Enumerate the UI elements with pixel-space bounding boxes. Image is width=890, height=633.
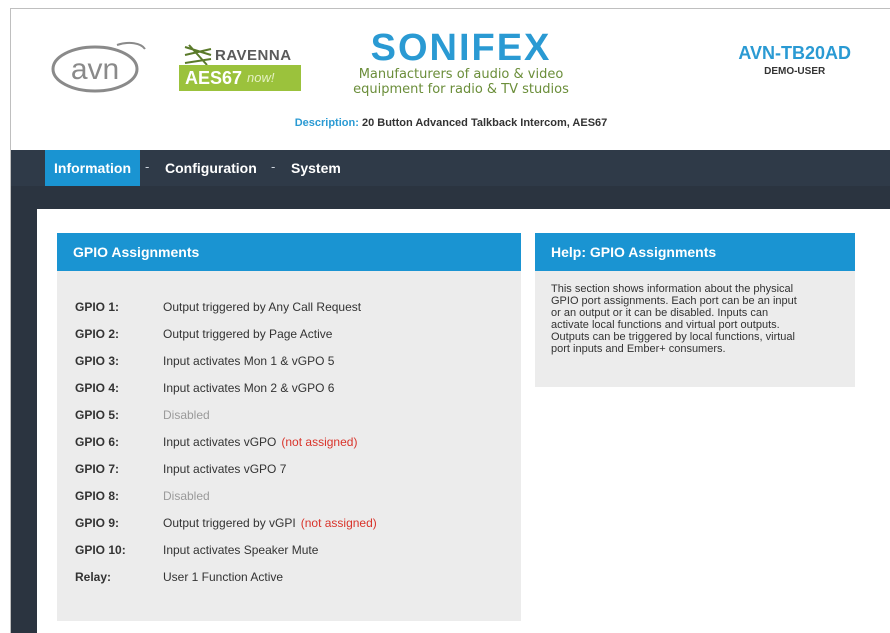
gpio-label: GPIO 9: [75, 516, 120, 530]
gpio-value: Disabled [163, 408, 210, 422]
gpio-label: GPIO 10: [75, 543, 126, 557]
description-value: 20 Button Advanced Talkback Intercom, AE… [361, 117, 608, 129]
gpio-row: GPIO 7: Input activates vGPO 7 [57, 457, 521, 484]
gpio-row: GPIO 8: Disabled [57, 484, 521, 511]
nav-separator: - [271, 159, 276, 174]
gpio-value-text: User 1 Function Active [163, 570, 284, 584]
help-text-line: or an output or it can be disabled. Inpu… [551, 307, 769, 319]
aes67-now-text: now! [247, 70, 275, 85]
gpio-row: GPIO 5: Disabled [57, 403, 521, 430]
ravenna-logo-text: RAVENNA [215, 47, 292, 64]
device-description: Description: 20 Button Advanced Talkback… [11, 117, 890, 129]
gpio-value: Output triggered by Any Call Request [163, 300, 361, 314]
user-name: DEMO-USER [764, 66, 826, 77]
gpio-value-text: Output triggered by Page Active [163, 327, 333, 341]
gpio-label: GPIO 6: [75, 435, 120, 449]
gpio-value-text: Input activates Mon 2 & vGPO 6 [163, 381, 335, 395]
gpio-row: GPIO 3: Input activates Mon 1 & vGPO 5 [57, 349, 521, 376]
gpio-label: GPIO 8: [75, 489, 120, 503]
gpio-value-text: Output triggered by vGPI [163, 516, 296, 530]
gpio-value-text: Disabled [163, 408, 210, 422]
help-text-line: This section shows information about the… [551, 283, 794, 295]
gpio-list: GPIO 1: Output triggered by Any Call Requ… [57, 271, 521, 592]
gpio-row: GPIO 10: Input activates Speaker Mute [57, 538, 521, 565]
device-info: AVN-TB20AD DEMO-USER [738, 43, 851, 77]
help-panel: Help: GPIO Assignments This section show… [535, 233, 855, 387]
panel-title: GPIO Assignments [57, 233, 521, 271]
gpio-label: GPIO 5: [75, 408, 120, 422]
svg-text:avn: avn [71, 53, 119, 86]
help-text-line: GPIO port assignments. Each port can be … [551, 295, 797, 307]
gpio-row: GPIO 9: Output triggered by vGPI (not assi… [57, 511, 521, 538]
not-assigned-note: (not assigned) [281, 435, 358, 449]
gpio-label: GPIO 4: [75, 381, 120, 395]
help-text: This section shows information about the… [535, 271, 855, 355]
nav-item-configuration[interactable]: Configuration [165, 150, 257, 186]
nav-item-system[interactable]: System [291, 150, 341, 186]
gpio-assignments-panel: GPIO Assignments GPIO 1: Output triggered… [57, 233, 521, 621]
gpio-value: Input activates vGPO (not assigned) [163, 435, 357, 449]
nav-item-information[interactable]: Information [45, 150, 140, 186]
gpio-value: Disabled [163, 489, 210, 503]
help-text-line: activate local functions and virtual por… [551, 319, 780, 331]
aes67-badge: AES67 now! [179, 65, 301, 91]
gpio-value-text: Input activates Speaker Mute [163, 543, 319, 557]
gpio-value: Input activates Mon 1 & vGPO 5 [163, 354, 334, 368]
main-nav: Information - Configuration - System [11, 150, 890, 186]
app-frame: avn RAVENNA AES67 now! SONIFEX Manufactu… [10, 8, 890, 633]
gpio-label: GPIO 2: [75, 327, 120, 341]
gpio-value-text: Input activates vGPO 7 [163, 462, 287, 476]
gpio-row: GPIO 4: Input activates Mon 2 & vGPO 6 [57, 376, 521, 403]
gpio-label: GPIO 1: [75, 300, 120, 314]
gpio-value: Input activates Mon 2 & vGPO 6 [163, 381, 334, 395]
help-text-line: Outputs can be triggered by local functi… [551, 331, 795, 343]
gpio-label: GPIO 7: [75, 462, 120, 476]
gpio-value: Output triggered by Page Active [163, 327, 332, 341]
gpio-value: Input activates Speaker Mute [163, 543, 318, 557]
brand-tagline-1: Manufacturers of audio & video [358, 67, 564, 82]
brand-tagline-2: equipment for radio & TV studios [353, 82, 569, 97]
device-name: AVN-TB20AD [738, 43, 851, 63]
ravenna-icon [184, 44, 212, 66]
not-assigned-note: (not assigned) [300, 516, 377, 530]
brand-name: SONIFEX [370, 27, 552, 69]
gpio-row: Relay: User 1 Function Active [57, 565, 521, 592]
gpio-value: User 1 Function Active [163, 570, 283, 584]
gpio-row: GPIO 6: Input activates vGPO (not assigned… [57, 430, 521, 457]
gpio-value: Output triggered by vGPI (not assigned) [163, 516, 377, 530]
main-content: GPIO Assignments GPIO 1: Output triggered… [37, 209, 890, 633]
ravenna-aes67-logo: RAVENNA AES67 now! [175, 41, 305, 101]
avn-logo: avn [51, 41, 146, 93]
gpio-row: GPIO 1: Output triggered by Any Call Requ… [57, 295, 521, 322]
gpio-value: Input activates vGPO 7 [163, 462, 286, 476]
gpio-value-text: Input activates Mon 1 & vGPO 5 [163, 354, 335, 368]
gpio-label: GPIO 3: [75, 354, 120, 368]
gpio-value-text: Disabled [163, 489, 210, 503]
gpio-row: GPIO 2: Output triggered by Page Active [57, 322, 521, 349]
gpio-label: Relay: [75, 570, 112, 584]
gpio-value-text: Input activates vGPO [163, 435, 277, 449]
nav-separator: - [145, 159, 150, 174]
sonifex-logo: SONIFEX Manufacturers of audio & video e… [341, 29, 581, 97]
help-text-line: port inputs and Ember+ consumers. [551, 343, 726, 355]
gpio-value-text: Output triggered by Any Call Request [163, 300, 362, 314]
help-panel-title: Help: GPIO Assignments [535, 233, 855, 271]
aes67-logo-text: AES67 [185, 68, 243, 88]
page-header: avn RAVENNA AES67 now! SONIFEX Manufactu… [11, 9, 890, 149]
description-label: Description: [294, 117, 359, 129]
